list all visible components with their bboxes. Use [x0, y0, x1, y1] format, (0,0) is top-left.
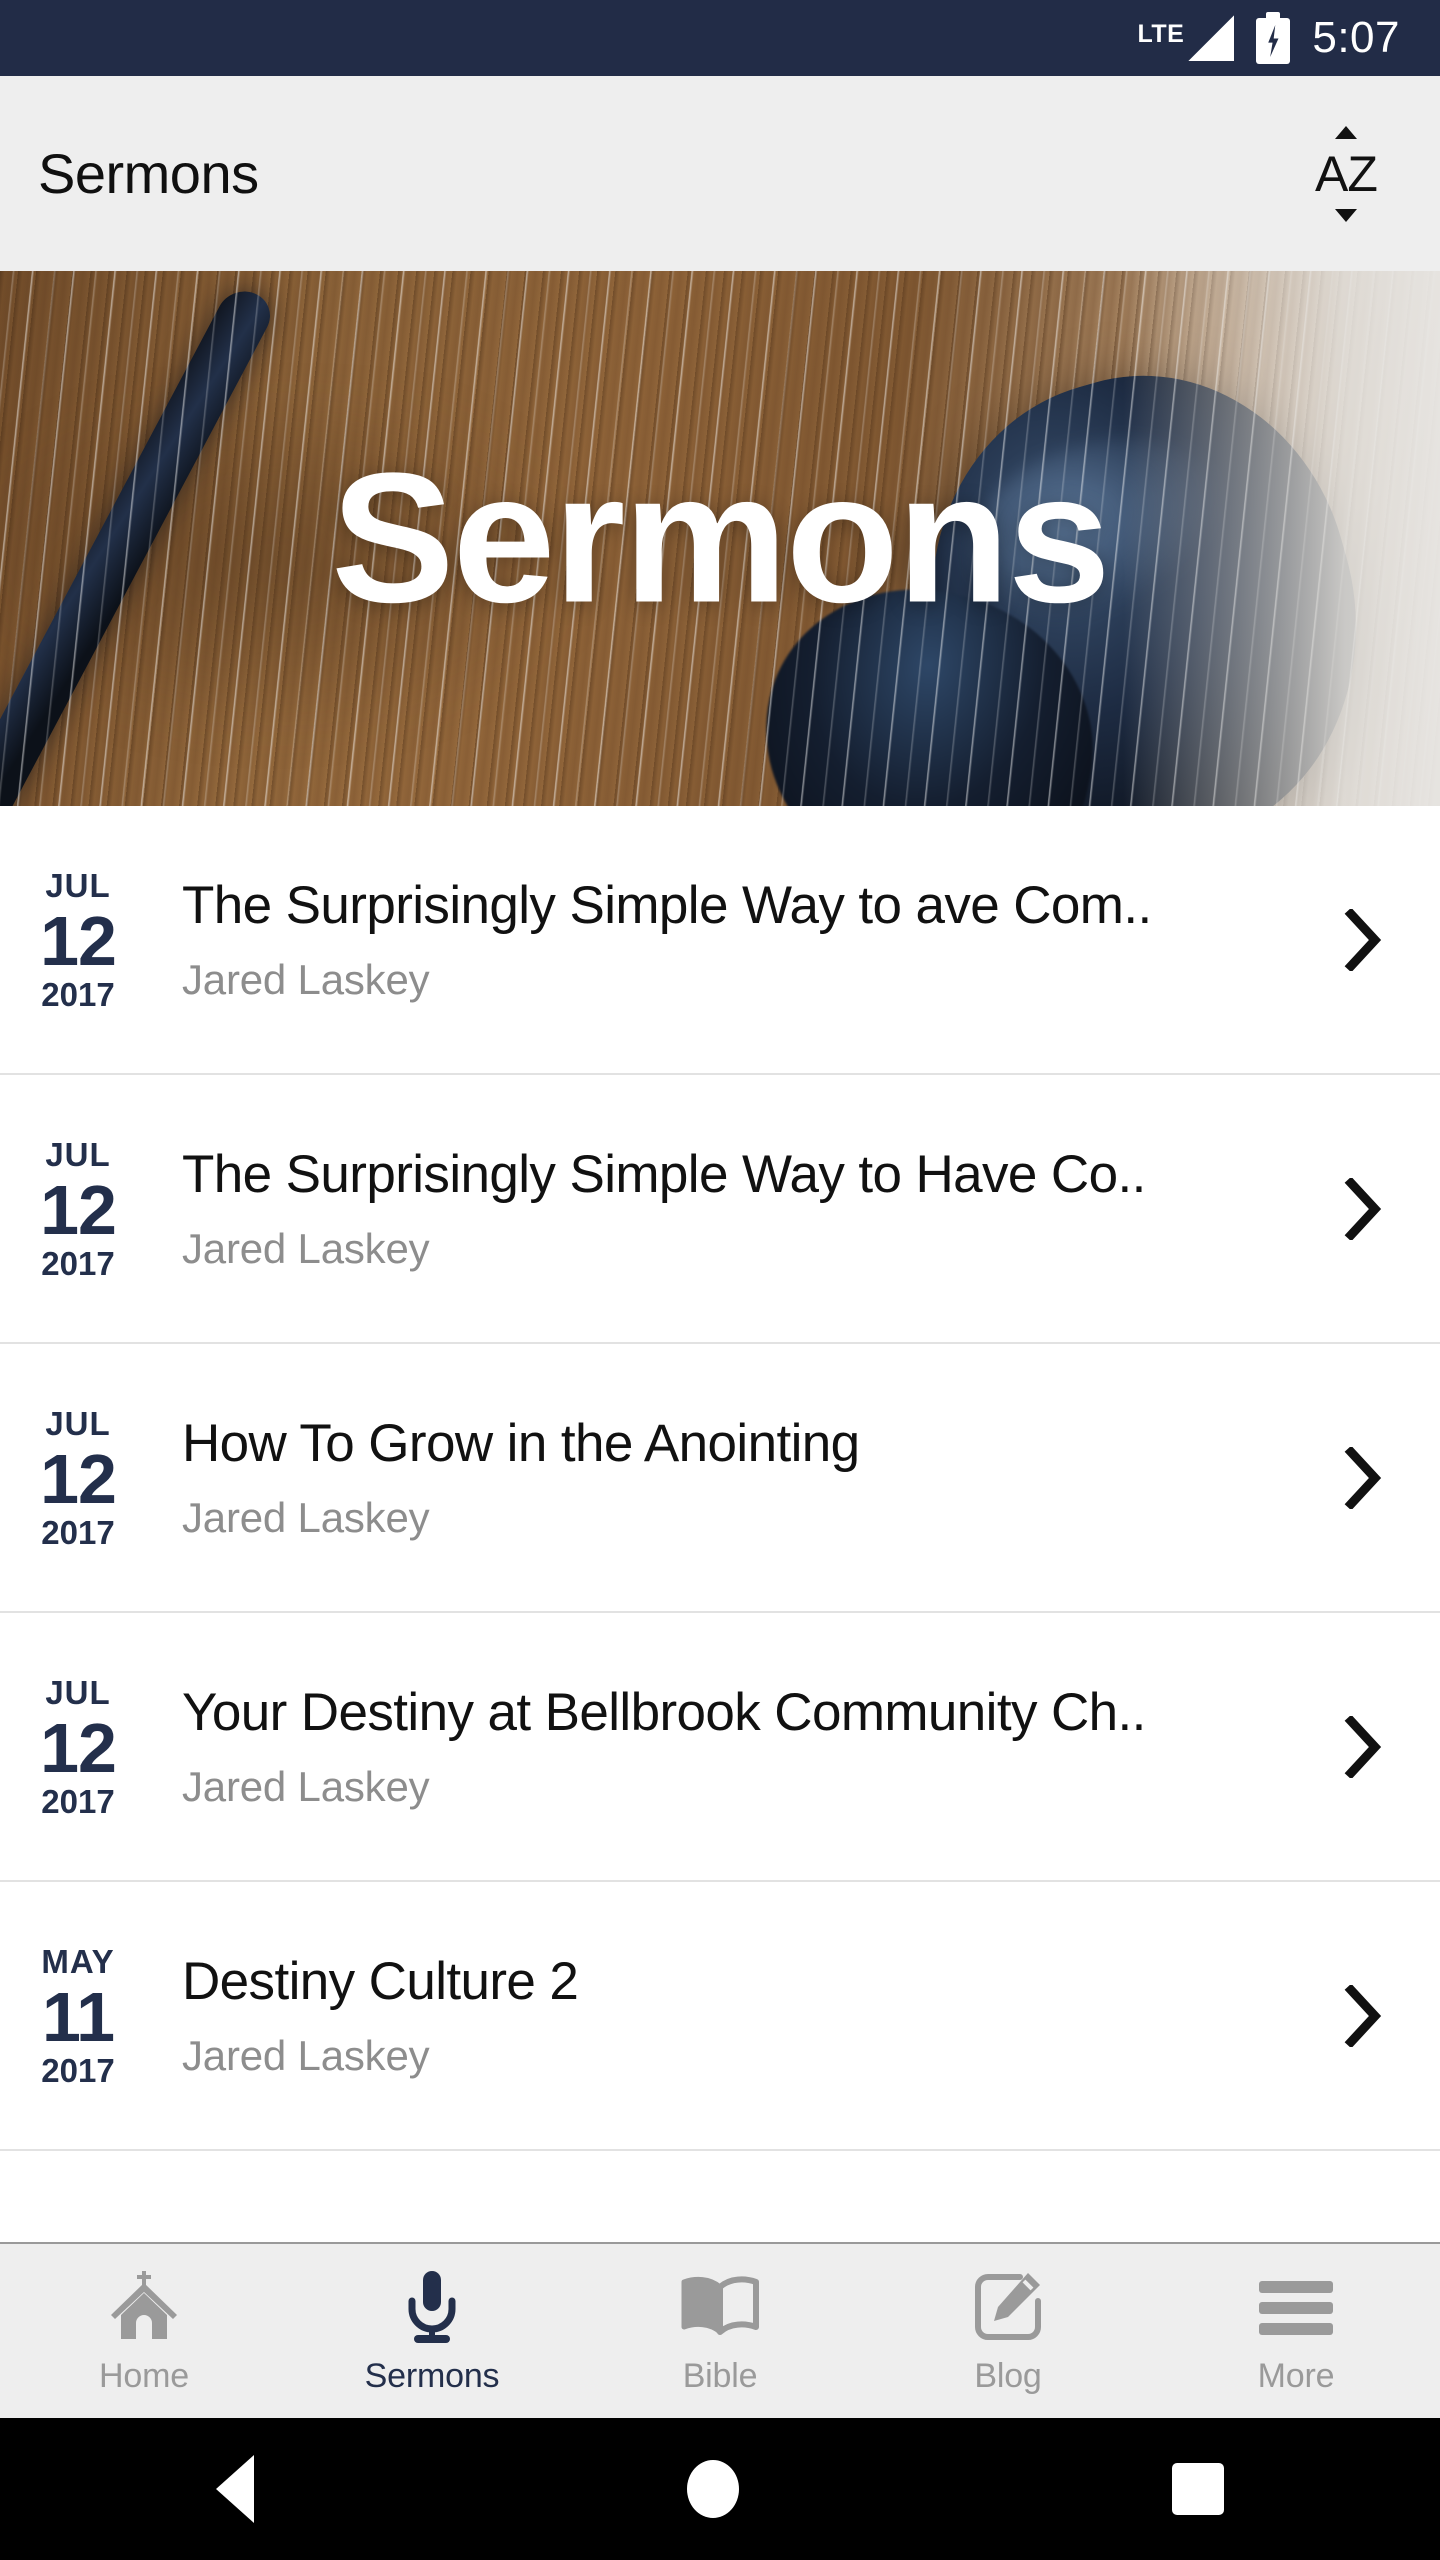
date-month: JUL	[45, 866, 111, 904]
row-content: Destiny Culture 2 Jared Laskey	[130, 1952, 1334, 2080]
row-content: Your Destiny at Bellbrook Community Ch..…	[130, 1683, 1334, 1811]
tab-sermons[interactable]: Sermons	[288, 2244, 576, 2418]
table-row[interactable]: JUL 12 2017 Your Destiny at Bellbrook Co…	[0, 1613, 1440, 1882]
status-bar: LTE 5:07	[0, 0, 1440, 76]
chevron-right-icon[interactable]	[1334, 1715, 1394, 1778]
date-block: JUL 12 2017	[26, 1138, 130, 1280]
open-book-icon	[679, 2269, 761, 2345]
sermon-title: The Surprisingly Simple Way to Have Co..	[182, 1144, 1146, 1204]
tab-label: Home	[99, 2357, 189, 2395]
tab-blog[interactable]: Blog	[864, 2244, 1152, 2418]
chevron-down-icon	[1335, 208, 1357, 222]
signal-indicator: LTE	[1137, 15, 1235, 61]
table-row[interactable]: JUL 12 2017 How To Grow in the Anointing…	[0, 1344, 1440, 1613]
sermon-title: The Surprisingly Simple Way to ave Com..	[182, 875, 1152, 935]
hero-title: Sermons	[331, 435, 1111, 641]
date-month: JUL	[45, 1404, 111, 1442]
back-button[interactable]	[216, 2455, 255, 2523]
sermon-title: How To Grow in the Anointing	[182, 1413, 860, 1473]
tab-label: Blog	[974, 2357, 1042, 2395]
table-row-partial[interactable]	[0, 2151, 1440, 2242]
home-button[interactable]	[686, 2460, 739, 2518]
date-block: JUL 12 2017	[26, 869, 130, 1011]
tab-label: More	[1257, 2357, 1335, 2395]
sort-az-label: AZ	[1315, 145, 1378, 202]
chevron-right-icon[interactable]	[1334, 1177, 1394, 1240]
tab-label: Bible	[682, 2357, 758, 2395]
page-title: Sermons	[38, 142, 259, 205]
date-day: 12	[40, 1439, 117, 1518]
tab-bible[interactable]: Bible	[576, 2244, 864, 2418]
date-block: JUL 12 2017	[26, 1407, 130, 1549]
battery-charging-icon	[1256, 12, 1291, 64]
note-pencil-icon	[972, 2269, 1044, 2345]
tab-home[interactable]: Home	[0, 2244, 288, 2418]
date-year: 2017	[41, 1782, 115, 1820]
row-content: The Surprisingly Simple Way to ave Com..…	[130, 876, 1334, 1004]
date-month: MAY	[41, 1942, 115, 1980]
date-day: 12	[40, 1708, 117, 1787]
bottom-tab-bar: Home Sermons Bible Blog More	[0, 2242, 1440, 2418]
date-block: JUL 12 2017	[26, 1676, 130, 1818]
lte-label: LTE	[1137, 20, 1185, 48]
hero-banner[interactable]: Sermons	[0, 271, 1440, 806]
row-content: How To Grow in the Anointing Jared Laske…	[130, 1414, 1334, 1542]
tab-more[interactable]: More	[1152, 2244, 1440, 2418]
date-year: 2017	[41, 1244, 115, 1282]
date-month: JUL	[45, 1673, 111, 1711]
chevron-up-icon	[1335, 125, 1357, 139]
chevron-right-icon[interactable]	[1334, 908, 1394, 971]
date-day: 12	[40, 1170, 117, 1249]
table-row[interactable]: MAY 11 2017 Destiny Culture 2 Jared Lask…	[0, 1882, 1440, 2151]
sermon-title: Your Destiny at Bellbrook Community Ch..	[182, 1682, 1146, 1742]
date-day: 11	[42, 1977, 115, 2056]
app-header: Sermons AZ	[0, 76, 1440, 271]
sermon-list: JUL 12 2017 The Surprisingly Simple Way …	[0, 806, 1440, 2242]
microphone-icon	[400, 2269, 464, 2345]
tab-label: Sermons	[364, 2357, 500, 2395]
sort-az-button[interactable]: AZ	[1298, 122, 1394, 226]
sermon-author: Jared Laskey	[182, 956, 430, 1004]
android-system-nav	[0, 2418, 1440, 2560]
sermon-title: Destiny Culture 2	[182, 1951, 579, 2011]
date-month: JUL	[45, 1135, 111, 1173]
sermon-author: Jared Laskey	[182, 1763, 430, 1811]
sermon-author: Jared Laskey	[182, 2032, 430, 2080]
church-icon	[107, 2269, 181, 2345]
date-year: 2017	[41, 2051, 115, 2089]
phone-screen: LTE 5:07 Sermons AZ Sermons JUL 12 2017 …	[0, 0, 1440, 2560]
hamburger-menu-icon	[1257, 2269, 1335, 2345]
sermon-author: Jared Laskey	[182, 1225, 430, 1273]
chevron-right-icon[interactable]	[1334, 1446, 1394, 1509]
date-block: MAY 11 2017	[26, 1945, 130, 2087]
status-bar-clock: 5:07	[1312, 13, 1400, 62]
signal-bars-icon	[1188, 15, 1235, 61]
table-row[interactable]: JUL 12 2017 The Surprisingly Simple Way …	[0, 806, 1440, 1075]
date-day: 12	[40, 901, 117, 980]
date-year: 2017	[41, 975, 115, 1013]
row-content: The Surprisingly Simple Way to Have Co..…	[130, 1145, 1334, 1273]
recents-button[interactable]	[1171, 2463, 1224, 2515]
table-row[interactable]: JUL 12 2017 The Surprisingly Simple Way …	[0, 1075, 1440, 1344]
chevron-right-icon[interactable]	[1334, 1984, 1394, 2047]
sermon-author: Jared Laskey	[182, 1494, 430, 1542]
date-year: 2017	[41, 1513, 115, 1551]
